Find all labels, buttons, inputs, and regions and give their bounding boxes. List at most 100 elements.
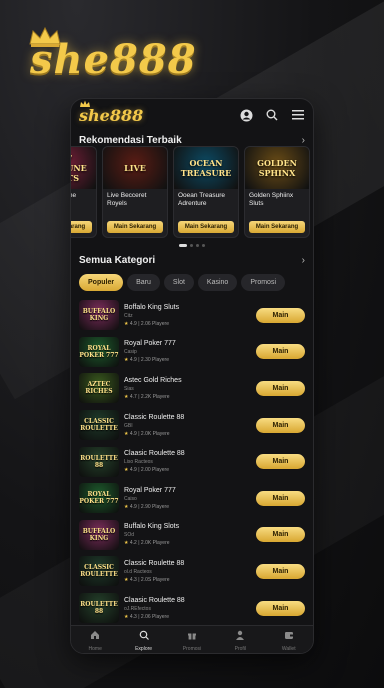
player-count: 2.90 Playere	[140, 503, 169, 510]
nav-item-profil[interactable]: Profil	[220, 627, 260, 652]
play-button[interactable]: Main	[256, 380, 305, 396]
carousel-dots	[71, 244, 313, 247]
game-thumbnail: BUFFALO KING	[79, 300, 119, 331]
recommend-title: Rekomendasi Terbaik	[79, 135, 182, 146]
game-provider: oJ.REfectos	[124, 605, 151, 612]
game-provider: Casip	[124, 349, 137, 356]
gift-icon	[187, 627, 197, 645]
recommend-thumbnail: LIVE	[103, 147, 167, 189]
game-thumbnail: ROYAL POKER 777	[79, 483, 119, 514]
rating-value: 4.3	[129, 576, 137, 583]
game-row[interactable]: BUFFALO KING Boffalo King Sluts Citz ★ 4.9 …	[79, 297, 305, 334]
user-icon[interactable]	[239, 108, 253, 122]
carousel-dot[interactable]	[196, 244, 199, 247]
nav-item-promosi[interactable]: Promosi	[172, 627, 212, 652]
game-rating: ★ 4.9 | 2.0K Playere	[124, 431, 256, 437]
play-button[interactable]: Main	[256, 417, 305, 433]
game-provider: GBI	[124, 422, 133, 429]
category-chip[interactable]: Kasino	[197, 274, 238, 291]
app-header: she888	[71, 99, 313, 131]
nav-label: Explore	[135, 646, 153, 652]
category-chip[interactable]: Slot	[163, 274, 194, 291]
recommend-name: Golden Sphiinx Sluts	[249, 192, 294, 207]
game-thumbnail: AZTEC RICHES	[79, 373, 119, 404]
rating-value: 4.9	[129, 357, 137, 364]
game-provider: ol.d Racteos	[124, 568, 152, 575]
menu-icon[interactable]	[291, 108, 305, 122]
play-button[interactable]: Main	[256, 600, 305, 616]
nav-item-home[interactable]: Home	[75, 627, 115, 652]
player-count: 2.00 Playere	[140, 467, 169, 474]
game-row[interactable]: ROYAL POKER 777 Royal Poker 777 Casip ★ 4.9…	[79, 334, 305, 371]
player-count: 2.0S Playere	[140, 576, 170, 583]
recommend-thumbnail: 777 FORTUNE SLOTS	[71, 147, 96, 189]
game-row[interactable]: ROULETTE 88 Claasic Roulette 88 Liso Racte…	[79, 443, 305, 480]
recommend-name: Live Becceret Royels	[107, 192, 147, 207]
chevron-right-icon[interactable]: ›	[302, 255, 305, 266]
carousel-dot[interactable]	[179, 244, 187, 247]
player-count: 2.06 Playere	[140, 320, 169, 327]
category-chip[interactable]: Populer	[79, 274, 124, 291]
game-name: Royal Poker 777	[124, 340, 176, 348]
game-provider: Caiso	[124, 495, 137, 502]
recommend-card[interactable]: 777 FORTUNE SLOTS Mege Forlone Slots ★ 4.9…	[71, 146, 97, 238]
recommend-thumbnail: OCEAN TREASURE	[174, 147, 238, 189]
play-button[interactable]: Main	[256, 454, 305, 470]
game-info: Royal Poker 777 Caiso ★ 4.9 | 2.90 Playere	[124, 487, 256, 510]
carousel-dot[interactable]	[202, 244, 205, 247]
game-provider: SOd	[124, 532, 135, 539]
game-info: Astec Gold Riches Sias ★ 4.7 | 2.2K Player…	[124, 377, 256, 400]
rating-value: 4.7	[129, 393, 137, 400]
play-button[interactable]: Main	[256, 527, 305, 543]
game-row[interactable]: ROULETTE 88 Claasic Roulette 88 oJ.REfecto…	[79, 590, 305, 627]
game-info: Classic Roulette 88 GBI ★ 4.9 | 2.0K Playe…	[124, 414, 256, 437]
game-rating: ★ 4.7 | 2.2K Playere	[124, 394, 256, 400]
game-thumbnail: ROULETTE 88	[79, 593, 119, 624]
nav-item-explore[interactable]: Explore	[124, 627, 164, 652]
recommend-card[interactable]: LIVE Live Becceret Royels Main Sekarang	[102, 146, 168, 238]
recommend-card[interactable]: OCEAN TREASURE Ooean Treasure Adrenture Ma…	[173, 146, 239, 238]
game-row[interactable]: AZTEC RICHES Astec Gold Riches Sias ★ 4.7 |…	[79, 370, 305, 407]
game-row[interactable]: CLASSIC ROULETTE Classic Roulette 88 ol.d …	[79, 553, 305, 590]
play-button[interactable]: Main	[256, 490, 305, 506]
recommend-card[interactable]: GOLDEN SPHINX Golden Sphiinx Sluts Main Se…	[244, 146, 310, 238]
category-chip[interactable]: Promosi	[241, 274, 286, 291]
play-now-button[interactable]: Main Sekarang	[71, 221, 92, 233]
game-provider: Liso Racteos	[124, 459, 153, 466]
play-now-button[interactable]: Main Sekarang	[249, 221, 305, 233]
recommend-thumbnail: GOLDEN SPHINX	[245, 147, 309, 189]
game-provider: Sias	[124, 385, 134, 392]
game-list: BUFFALO KING Boffalo King Sluts Citz ★ 4.9 …	[71, 297, 313, 626]
game-thumbnail: CLASSIC ROULETTE	[79, 410, 119, 441]
rating-value: 4.9	[129, 467, 137, 474]
game-rating: ★ 4.9 | 2.90 Playere	[124, 504, 256, 510]
game-row[interactable]: BUFFALO KING Buffalo King Slots SOd ★ 4.2 |…	[79, 517, 305, 554]
game-name: Buffalo King Slots	[124, 523, 180, 531]
rating-value: 4.2	[129, 540, 137, 547]
recommend-carousel[interactable]: 777 FORTUNE SLOTS Mege Forlone Slots ★ 4.9…	[71, 146, 313, 238]
category-chip[interactable]: Baru	[127, 274, 160, 291]
nav-label: Promosi	[182, 646, 202, 652]
category-header: Semua Kategori ›	[71, 255, 313, 266]
play-button[interactable]: Main	[256, 307, 305, 323]
game-name: Classic Roulette 88	[124, 413, 185, 421]
game-thumbnail: ROYAL POKER 777	[79, 336, 119, 367]
rating-value: 4.9	[129, 503, 137, 510]
nav-item-wallet[interactable]: Wallet	[269, 627, 309, 652]
game-info: Buffalo King Slots SOd ★ 4.2 | 2.0K Player…	[124, 523, 256, 546]
search-icon[interactable]	[265, 108, 279, 122]
game-rating: ★ 4.9 | 2.06 Playere	[124, 321, 256, 327]
game-row[interactable]: ROYAL POKER 777 Royal Poker 777 Caiso ★ 4.9…	[79, 480, 305, 517]
carousel-dot[interactable]	[190, 244, 193, 247]
app-logo[interactable]: she888	[79, 100, 143, 125]
game-rating: ★ 4.2 | 2.0K Playere	[124, 540, 256, 546]
play-now-button[interactable]: Main Sekarang	[178, 221, 234, 233]
play-button[interactable]: Main	[256, 563, 305, 579]
player-count: 2.0K Playere	[140, 540, 170, 547]
chevron-right-icon[interactable]: ›	[302, 135, 305, 146]
game-row[interactable]: CLASSIC ROULETTE Classic Roulette 88 GBI ★ …	[79, 407, 305, 444]
app-window: she888 Rekomendasi Terbaik › 777 FORTUNE…	[70, 98, 314, 654]
play-button[interactable]: Main	[256, 344, 305, 360]
nav-label: Wallet	[281, 646, 296, 652]
play-now-button[interactable]: Main Sekarang	[107, 221, 163, 233]
